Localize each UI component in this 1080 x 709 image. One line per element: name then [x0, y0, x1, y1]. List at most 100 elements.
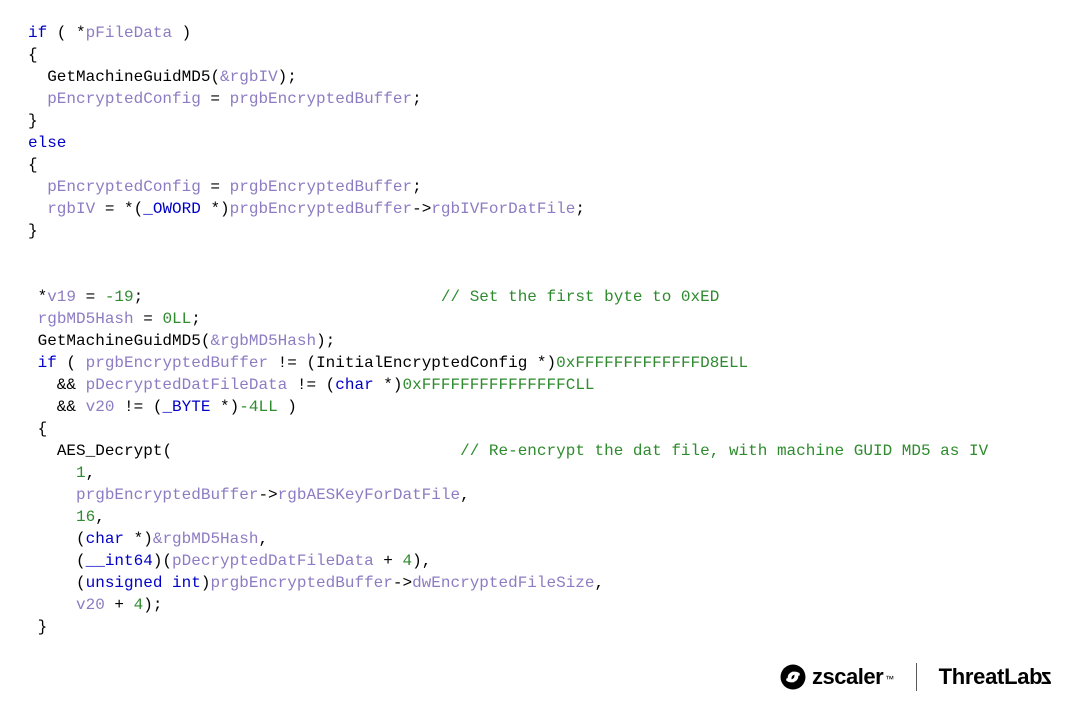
code-token: ,: [258, 530, 268, 548]
code-token: ,: [95, 508, 105, 526]
code-line: && pDecryptedDatFileData != (char *)0xFF…: [28, 374, 1052, 396]
code-token: prgbEncryptedBuffer: [86, 354, 268, 372]
code-token: GetMachineGuidMD5: [38, 332, 201, 350]
code-token: );: [316, 332, 335, 350]
code-token: ;: [191, 310, 201, 328]
code-token: }: [28, 618, 47, 636]
code-token: pFileData: [86, 24, 172, 42]
zscaler-text: zscaler: [812, 664, 883, 689]
code-token: ): [201, 574, 211, 592]
code-token: =: [134, 310, 163, 328]
code-token: ,: [86, 464, 96, 482]
code-token: );: [278, 68, 297, 86]
threatlabz-mirrored-z: z: [1041, 666, 1052, 688]
decompiled-code-block: if ( *pFileData ){ GetMachineGuidMD5(&rg…: [0, 0, 1080, 638]
code-line: GetMachineGuidMD5(&rgbMD5Hash);: [28, 330, 1052, 352]
code-line: pEncryptedConfig = prgbEncryptedBuffer;: [28, 176, 1052, 198]
code-token: [28, 442, 57, 460]
code-token: ): [172, 24, 191, 42]
code-token: AES_Decrypt: [57, 442, 163, 460]
zscaler-logo: zscaler™: [780, 664, 894, 690]
code-token: ): [278, 398, 297, 416]
code-token: else: [28, 134, 66, 152]
code-token: -19: [105, 288, 134, 306]
code-line: 1,: [28, 462, 1052, 484]
threatlabz-logo: ThreatLabz: [939, 666, 1052, 688]
code-token: =: [201, 178, 230, 196]
code-token: [28, 596, 76, 614]
code-token: *: [76, 24, 86, 42]
code-token: +: [374, 552, 403, 570]
code-token: &&: [28, 376, 86, 394]
code-line: [28, 242, 1052, 264]
code-line: prgbEncryptedBuffer->rgbAESKeyForDatFile…: [28, 484, 1052, 506]
code-line: (unsigned int)prgbEncryptedBuffer->dwEnc…: [28, 572, 1052, 594]
code-token: pEncryptedConfig: [47, 178, 201, 196]
code-token: [28, 332, 38, 350]
code-token: __int64: [86, 552, 153, 570]
code-token: ;: [412, 178, 422, 196]
code-token: &: [153, 530, 163, 548]
code-token: _OWORD: [143, 200, 201, 218]
code-token: prgbEncryptedBuffer: [230, 178, 412, 196]
code-line: GetMachineGuidMD5(&rgbIV);: [28, 66, 1052, 88]
code-token: {: [28, 46, 38, 64]
code-line: }: [28, 616, 1052, 638]
code-token: ,: [595, 574, 605, 592]
code-token: unsigned int: [86, 574, 201, 592]
threatlabz-text-part1: ThreatLab: [939, 664, 1043, 689]
code-line: }: [28, 220, 1052, 242]
code-token: != (: [287, 376, 335, 394]
code-token: rgbMD5Hash: [162, 530, 258, 548]
code-token: rgbMD5Hash: [220, 332, 316, 350]
code-line: {: [28, 44, 1052, 66]
code-token: != (: [268, 354, 316, 372]
code-token: [28, 464, 76, 482]
code-token: [28, 310, 38, 328]
code-line: (__int64)(pDecryptedDatFileData + 4),: [28, 550, 1052, 572]
code-token: prgbEncryptedBuffer: [76, 486, 258, 504]
code-token: +: [105, 596, 134, 614]
code-token: ->: [412, 200, 431, 218]
code-token: }: [28, 112, 38, 130]
code-line: [28, 264, 1052, 286]
code-token: 16: [76, 508, 95, 526]
code-token: // Set the first byte to 0xED: [441, 288, 719, 306]
code-token: char: [335, 376, 373, 394]
code-token: 0LL: [162, 310, 191, 328]
code-token: 0xFFFFFFFFFFFFFFFCLL: [402, 376, 594, 394]
code-token: _BYTE: [162, 398, 210, 416]
code-token: *): [374, 376, 403, 394]
code-token: rgbIV: [230, 68, 278, 86]
code-token: 4: [134, 596, 144, 614]
code-token: v19: [47, 288, 76, 306]
code-line: rgbMD5Hash = 0LL;: [28, 308, 1052, 330]
code-token: [28, 486, 76, 504]
code-token: *): [124, 530, 153, 548]
code-token: if: [38, 354, 57, 372]
code-token: rgbIV: [47, 200, 95, 218]
code-token: 0xFFFFFFFFFFFFFD8ELL: [556, 354, 748, 372]
code-token: != (: [114, 398, 162, 416]
code-token: ->: [258, 486, 277, 504]
code-token: (: [28, 530, 86, 548]
footer-branding: zscaler™ ThreatLabz: [780, 663, 1052, 691]
code-token: dwEncryptedFileSize: [412, 574, 594, 592]
code-token: &: [220, 68, 230, 86]
code-token: (: [210, 68, 220, 86]
code-line: if ( *pFileData ): [28, 22, 1052, 44]
code-token: v20: [86, 398, 115, 416]
code-line: *v19 = -19; // Set the first byte to 0xE…: [28, 286, 1052, 308]
code-line: if ( prgbEncryptedBuffer != (InitialEncr…: [28, 352, 1052, 374]
code-token: ,: [460, 486, 470, 504]
code-line: 16,: [28, 506, 1052, 528]
code-token: pDecryptedDatFileData: [172, 552, 374, 570]
footer-divider: [916, 663, 917, 691]
code-token: ->: [393, 574, 412, 592]
code-token: = *(: [95, 200, 143, 218]
code-token: )(: [153, 552, 172, 570]
code-token: rgbIVForDatFile: [431, 200, 575, 218]
code-token: InitialEncryptedConfig: [316, 354, 527, 372]
code-line: AES_Decrypt( // Re-encrypt the dat file,…: [28, 440, 1052, 462]
code-token: =: [76, 288, 105, 306]
